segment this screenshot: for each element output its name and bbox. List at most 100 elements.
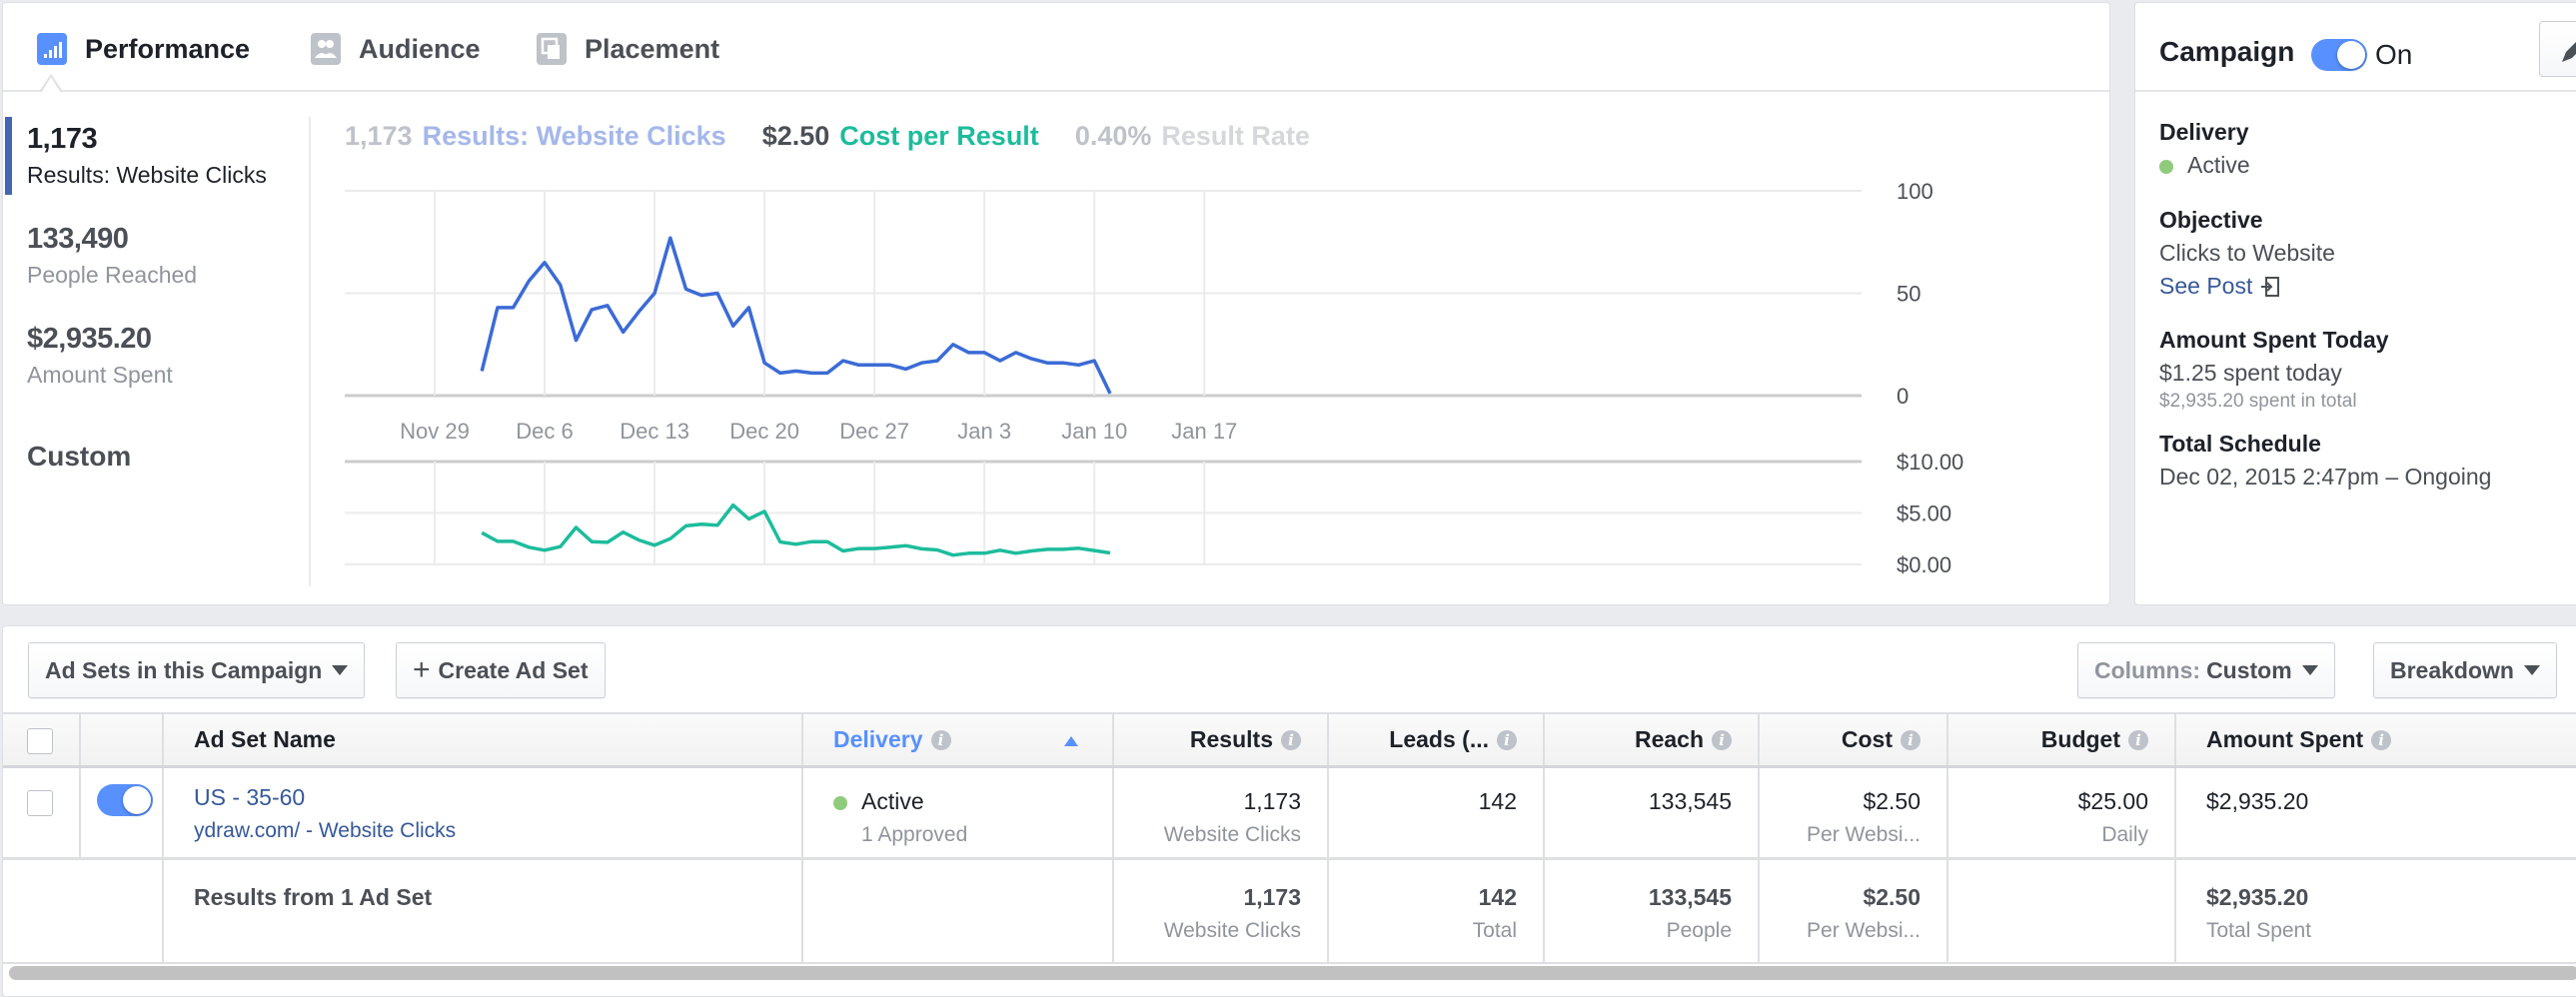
totals-reach-sub: People: [1666, 919, 1732, 942]
totals-budget-cell: [1948, 860, 2176, 962]
info-icon[interactable]: i: [1712, 729, 1732, 750]
schedule-heading: Total Schedule: [2159, 431, 2321, 457]
delivery-status: Active: [2187, 152, 2250, 178]
campaign-header: Campaign On: [2135, 3, 2576, 92]
totals-cost-cell: $2.50 Per Websi...: [1760, 860, 1948, 962]
cost-y-tick-label: $0.00: [1897, 552, 1951, 577]
toggle-knob: [123, 786, 151, 814]
adset-toggle[interactable]: [97, 784, 153, 816]
cost-cell: $2.50 Per Websi...: [1760, 768, 1948, 857]
totals-results: 1,173: [1243, 884, 1301, 910]
x-tick-label: Dec 6: [516, 419, 573, 444]
cost-y-tick-label: $10.00: [1897, 450, 1963, 475]
schedule-value: Dec 02, 2015 2:47pm – Ongoing: [2159, 464, 2492, 490]
objective-section: Objective Clicks to Website See Post: [2159, 207, 2335, 300]
campaign-toggle[interactable]: [2311, 39, 2367, 71]
col-budget[interactable]: Budget i: [1948, 714, 2176, 765]
col-reach[interactable]: Reach i: [1545, 714, 1760, 765]
totals-label: Results from 1 Ad Set: [194, 884, 433, 910]
x-tick-label: Nov 29: [400, 419, 470, 444]
pencil-icon: [2540, 42, 2576, 82]
breakdown-label: Breakdown: [2390, 656, 2514, 683]
x-tick-label: Jan 3: [957, 419, 1011, 444]
create-adset-label: Create Ad Set: [438, 656, 589, 683]
totals-cost: $2.50: [1863, 884, 1921, 910]
info-icon[interactable]: i: [1281, 729, 1301, 750]
budget-cell: $25.00 Daily: [1948, 768, 2176, 857]
row-leads: 142: [1478, 788, 1517, 814]
see-post-label: See Post: [2159, 273, 2253, 299]
row-results-sub: Website Clicks: [1163, 823, 1301, 846]
col-leads[interactable]: Leads (... i: [1329, 714, 1545, 765]
x-tick-label: Jan 10: [1061, 419, 1127, 444]
toggle-header-cell: [81, 714, 164, 765]
col-amount-spent[interactable]: Amount Spent i: [2176, 714, 2576, 765]
row-toggle-cell: [81, 768, 164, 857]
adset-name-link[interactable]: US - 35-60: [194, 784, 789, 811]
adset-sub-link[interactable]: ydraw.com/ - Website Clicks: [194, 819, 789, 843]
row-select-cell: [3, 768, 81, 857]
col-cost[interactable]: Cost i: [1760, 714, 1948, 765]
row-cost-sub: Per Websi...: [1807, 823, 1921, 846]
totals-amount-spent-sub: Total Spent: [2206, 919, 2312, 942]
row-budget-sub: Daily: [2101, 823, 2148, 846]
col-leads-label: Leads (...: [1389, 726, 1489, 752]
col-budget-label: Budget: [2040, 726, 2120, 752]
row-reach: 133,545: [1648, 788, 1732, 814]
horizontal-scrollbar[interactable]: [9, 966, 2576, 980]
campaign-panel: Campaign On Delivery Active Objective Cl…: [2134, 2, 2576, 605]
row-budget: $25.00: [2077, 788, 2148, 814]
spent-today-heading: Amount Spent Today: [2159, 327, 2389, 353]
totals-row: Results from 1 Ad Set 1,173 Website Clic…: [3, 860, 2576, 964]
col-delivery[interactable]: Delivery i: [803, 714, 1114, 765]
totals-results-cell: 1,173 Website Clicks: [1114, 860, 1329, 962]
spent-today-section: Amount Spent Today $1.25 spent today $2,…: [2159, 327, 2389, 413]
active-status-dot: [2159, 159, 2173, 174]
info-icon[interactable]: i: [2371, 729, 2392, 750]
info-icon[interactable]: i: [2128, 729, 2148, 750]
col-amount-spent-label: Amount Spent: [2206, 726, 2364, 752]
totals-amount-spent: $2,935.20: [2206, 884, 2309, 910]
objective-value: Clicks to Website: [2159, 240, 2335, 266]
plus-icon: +: [413, 653, 431, 686]
campaign-title: Campaign: [2159, 36, 2295, 67]
columns-prefix: Columns:: [2094, 656, 2201, 683]
table-row[interactable]: US - 35-60 ydraw.com/ - Website Clicks A…: [3, 768, 2576, 860]
create-adset-button[interactable]: + Create Ad Set: [396, 642, 606, 698]
col-name[interactable]: Ad Set Name: [164, 714, 803, 765]
totals-delivery-cell: [803, 860, 1114, 962]
select-all-cell: [3, 714, 81, 765]
adsets-dropdown[interactable]: Ad Sets in this Campaign: [28, 642, 366, 698]
totals-results-sub: Website Clicks: [1163, 919, 1301, 942]
amount-spent-cell: $2,935.20: [2176, 768, 2576, 857]
sort-ascending-icon: [1064, 736, 1078, 746]
delivery-heading: Delivery: [2159, 119, 2249, 145]
select-all-checkbox[interactable]: [27, 728, 53, 754]
col-cost-label: Cost: [1841, 726, 1893, 752]
x-tick-label: Dec 27: [839, 419, 909, 444]
col-results[interactable]: Results i: [1114, 714, 1329, 765]
columns-dropdown[interactable]: Columns: Custom: [2077, 642, 2335, 698]
see-post-link[interactable]: See Post: [2159, 273, 2280, 300]
delivery-cell: Active 1 Approved: [803, 768, 1114, 857]
info-icon[interactable]: i: [930, 729, 951, 750]
adsets-dropdown-label: Ad Sets in this Campaign: [45, 656, 323, 683]
delivery-section: Delivery Active: [2159, 119, 2250, 179]
chevron-down-icon: [2523, 665, 2540, 675]
campaign-toggle-label: On: [2375, 39, 2413, 70]
totals-label-cell: Results from 1 Ad Set: [164, 860, 803, 962]
breakdown-dropdown[interactable]: Breakdown: [2373, 642, 2557, 698]
adset-name-cell: US - 35-60 ydraw.com/ - Website Clicks: [164, 768, 803, 857]
performance-panel: Performance Audience Placement 1,173 Res…: [2, 2, 2110, 605]
chevron-down-icon: [332, 665, 349, 675]
totals-leads: 142: [1478, 884, 1517, 910]
spent-today-value: $1.25 spent today: [2159, 360, 2342, 386]
row-amount-spent: $2,935.20: [2206, 788, 2309, 814]
info-icon[interactable]: i: [1497, 729, 1517, 750]
table-header: Ad Set Name Delivery i Results i Leads (..…: [3, 712, 2576, 768]
totals-cost-sub: Per Websi...: [1807, 919, 1921, 942]
edit-campaign-button[interactable]: [2539, 21, 2576, 77]
results-cell: 1,173 Website Clicks: [1114, 768, 1329, 857]
row-checkbox[interactable]: [27, 790, 53, 816]
info-icon[interactable]: i: [1901, 729, 1921, 750]
